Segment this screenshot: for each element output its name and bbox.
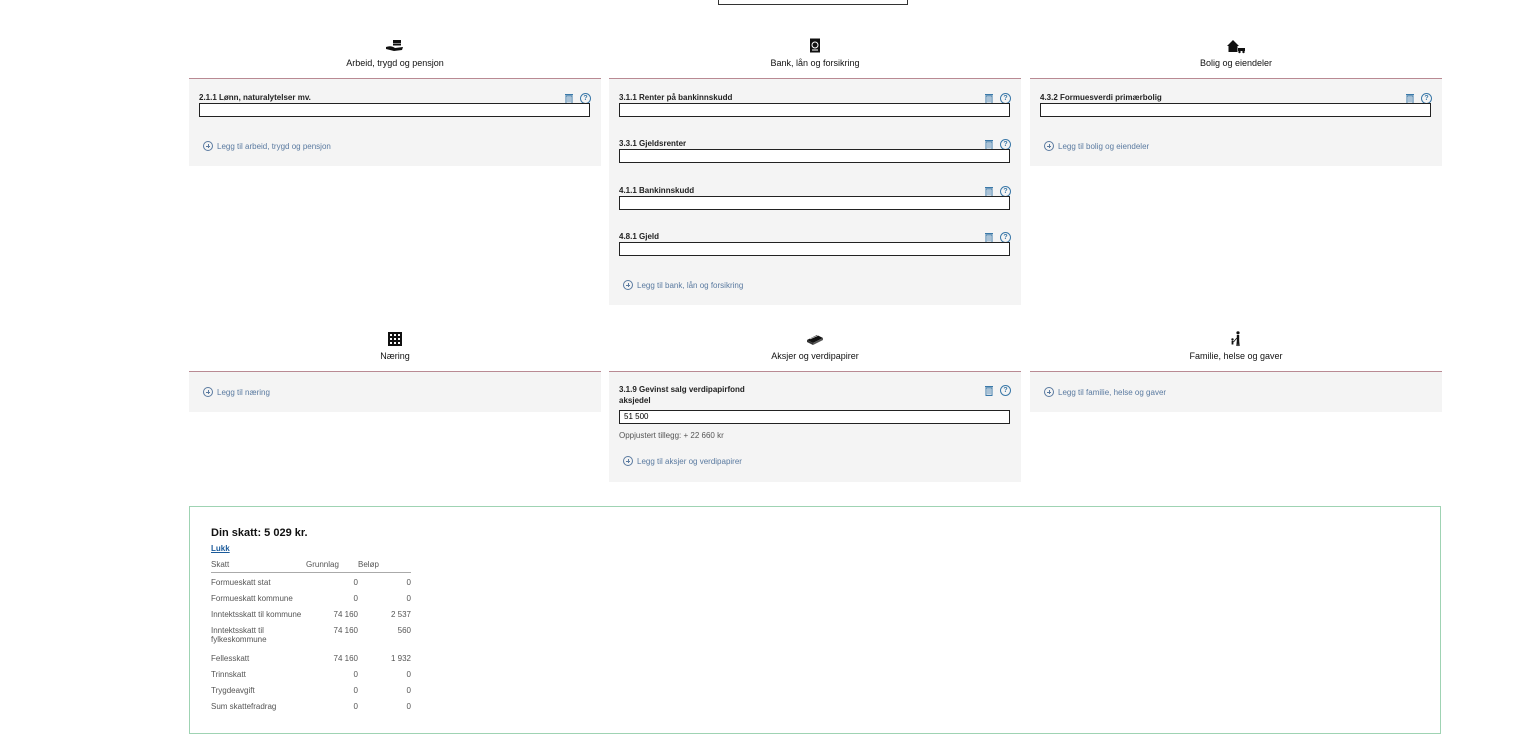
tax-base: 0 <box>353 685 358 695</box>
tax-base: 74 160 <box>333 653 358 663</box>
category-bank: Bank, lån og forsikring 3.1.1 Renter på … <box>609 32 1021 305</box>
tax-amount: 1 932 <box>390 653 411 663</box>
col-belop: Beløp <box>358 556 411 573</box>
tax-base: 0 <box>353 593 358 603</box>
field-label: 3.3.1 Gjeldsrenter <box>619 139 687 148</box>
table-row: Trinnskatt 0 0 <box>211 670 411 686</box>
add-label: Legg til bank, lån og forsikring <box>637 280 744 290</box>
tax-table: Skatt Grunnlag Beløp Formueskatt stat 0 … <box>211 556 411 718</box>
table-row: Inntektsskatt til fylkeskommune 74 160 56… <box>211 626 411 654</box>
category-arbeid: Arbeid, trygd og pensjon 2.1.1 Lønn, nat… <box>189 32 601 166</box>
adjusted-note: Oppjustert tillegg: + 22 660 kr <box>619 431 724 440</box>
tax-name-line1: Inntektsskatt til <box>211 625 264 635</box>
tax-name: Trygdeavgift <box>211 685 255 695</box>
add-arbeid-button[interactable]: Legg til arbeid, trygd og pensjon <box>203 141 331 151</box>
hand-money-icon <box>386 40 403 51</box>
tax-base: 0 <box>353 669 358 679</box>
col-skatt: Skatt <box>211 556 306 573</box>
field-label: 4.8.1 Gjeld <box>619 232 660 241</box>
help-icon[interactable]: ? <box>1000 385 1011 396</box>
field-label-line2: aksjedel <box>619 396 651 405</box>
tax-base: 0 <box>353 701 358 711</box>
family-icon <box>1231 331 1240 347</box>
field-label: 4.1.1 Bankinnskudd <box>619 186 695 195</box>
tax-name: Trinnskatt <box>211 669 246 679</box>
trash-icon[interactable] <box>984 385 994 396</box>
category-title: Aksjer og verdipapirer <box>771 351 859 361</box>
table-row: Formueskatt kommune 0 0 <box>211 594 411 610</box>
tax-name: Formueskatt kommune <box>211 593 293 603</box>
renter-input[interactable] <box>619 103 1010 117</box>
gjeld-input[interactable] <box>619 242 1010 256</box>
table-row: Formueskatt stat 0 0 <box>211 573 411 594</box>
gjeldsrenter-input[interactable] <box>619 149 1010 163</box>
add-bank-button[interactable]: Legg til bank, lån og forsikring <box>623 280 743 290</box>
tax-name: Inntektsskatt til fylkeskommune <box>211 626 306 654</box>
tax-amount: 2 537 <box>390 609 411 619</box>
plus-circle-icon <box>1044 387 1054 397</box>
top-input-stub[interactable] <box>718 0 908 5</box>
table-row: Trygdeavgift 0 0 <box>211 686 411 702</box>
tax-amount: 0 <box>406 685 411 695</box>
table-row: Inntektsskatt til kommune 74 160 2 537 <box>211 610 411 626</box>
tax-name: Formueskatt stat <box>211 578 271 587</box>
add-label: Legg til aksjer og verdipapirer <box>637 456 742 466</box>
tax-name-line2: fylkeskommune <box>211 634 267 644</box>
tax-name: Sum skattefradrag <box>211 701 277 711</box>
plus-circle-icon <box>203 387 213 397</box>
formuesverdi-input[interactable] <box>1040 103 1431 117</box>
add-familie-button[interactable]: Legg til familie, helse og gaver <box>1044 387 1166 397</box>
tax-base: 74 160 <box>333 625 358 635</box>
tax-summary: Din skatt: 5 029 kr. Lukk Skatt Grunnlag… <box>189 506 1441 734</box>
field-label: 2.1.1 Lønn, naturalytelser mv. <box>199 93 311 102</box>
add-label: Legg til bolig og eiendeler <box>1058 141 1150 151</box>
plus-circle-icon <box>1044 141 1054 151</box>
category-title: Arbeid, trygd og pensjon <box>346 58 444 68</box>
tax-amount: 0 <box>406 593 411 603</box>
field-label: 3.1.9 Gevinst salg verdipapirfond <box>619 385 745 394</box>
add-naering-button[interactable]: Legg til næring <box>203 387 270 397</box>
category-title: Næring <box>380 351 410 361</box>
close-link[interactable]: Lukk <box>211 544 230 553</box>
lonn-input[interactable] <box>199 103 590 117</box>
tax-table-header: Skatt Grunnlag Beløp <box>211 556 411 573</box>
passport-icon <box>810 38 820 53</box>
col-grunnlag: Grunnlag <box>306 556 358 573</box>
bankinnskudd-input[interactable] <box>619 196 1010 210</box>
add-label: Legg til familie, helse og gaver <box>1058 387 1167 397</box>
field-label: 3.1.1 Renter på bankinnskudd <box>619 93 733 102</box>
tax-amount: 560 <box>397 625 411 635</box>
category-bolig: Bolig og eiendeler 4.3.2 Formuesverdi pr… <box>1030 32 1442 166</box>
category-naering: Næring Legg til næring <box>189 325 601 412</box>
category-title: Familie, helse og gaver <box>1189 351 1283 361</box>
tax-title: Din skatt: 5 029 kr. <box>211 527 308 539</box>
category-title: Bank, lån og forsikring <box>770 58 860 68</box>
add-label: Legg til næring <box>217 387 270 397</box>
tax-amount: 0 <box>406 669 411 679</box>
category-familie: Familie, helse og gaver Legg til familie… <box>1030 325 1442 412</box>
table-row: Fellesskatt 74 160 1 932 <box>211 654 411 670</box>
tax-name: Inntektsskatt til kommune <box>211 609 302 619</box>
plus-circle-icon <box>203 141 213 151</box>
category-title: Bolig og eiendeler <box>1199 58 1273 68</box>
plus-circle-icon <box>623 456 633 466</box>
tax-name: Fellesskatt <box>211 653 250 663</box>
add-label: Legg til arbeid, trygd og pensjon <box>217 141 331 151</box>
add-bolig-button[interactable]: Legg til bolig og eiendeler <box>1044 141 1149 151</box>
building-icon <box>388 332 402 346</box>
tax-base: 74 160 <box>333 609 358 619</box>
tax-amount: 0 <box>406 578 411 587</box>
money-stack-icon <box>807 335 823 345</box>
field-label: 4.3.2 Formuesverdi primærbolig <box>1040 93 1162 102</box>
category-aksjer: Aksjer og verdipapirer 3.1.9 Gevinst sal… <box>609 325 1021 482</box>
table-row: Sum skattefradrag 0 0 <box>211 702 411 718</box>
plus-circle-icon <box>623 280 633 290</box>
tax-base: 0 <box>353 578 358 587</box>
house-car-icon <box>1227 40 1245 54</box>
tax-amount: 0 <box>406 701 411 711</box>
add-aksjer-button[interactable]: Legg til aksjer og verdipapirer <box>623 456 742 466</box>
gevinst-input[interactable] <box>619 410 1010 424</box>
